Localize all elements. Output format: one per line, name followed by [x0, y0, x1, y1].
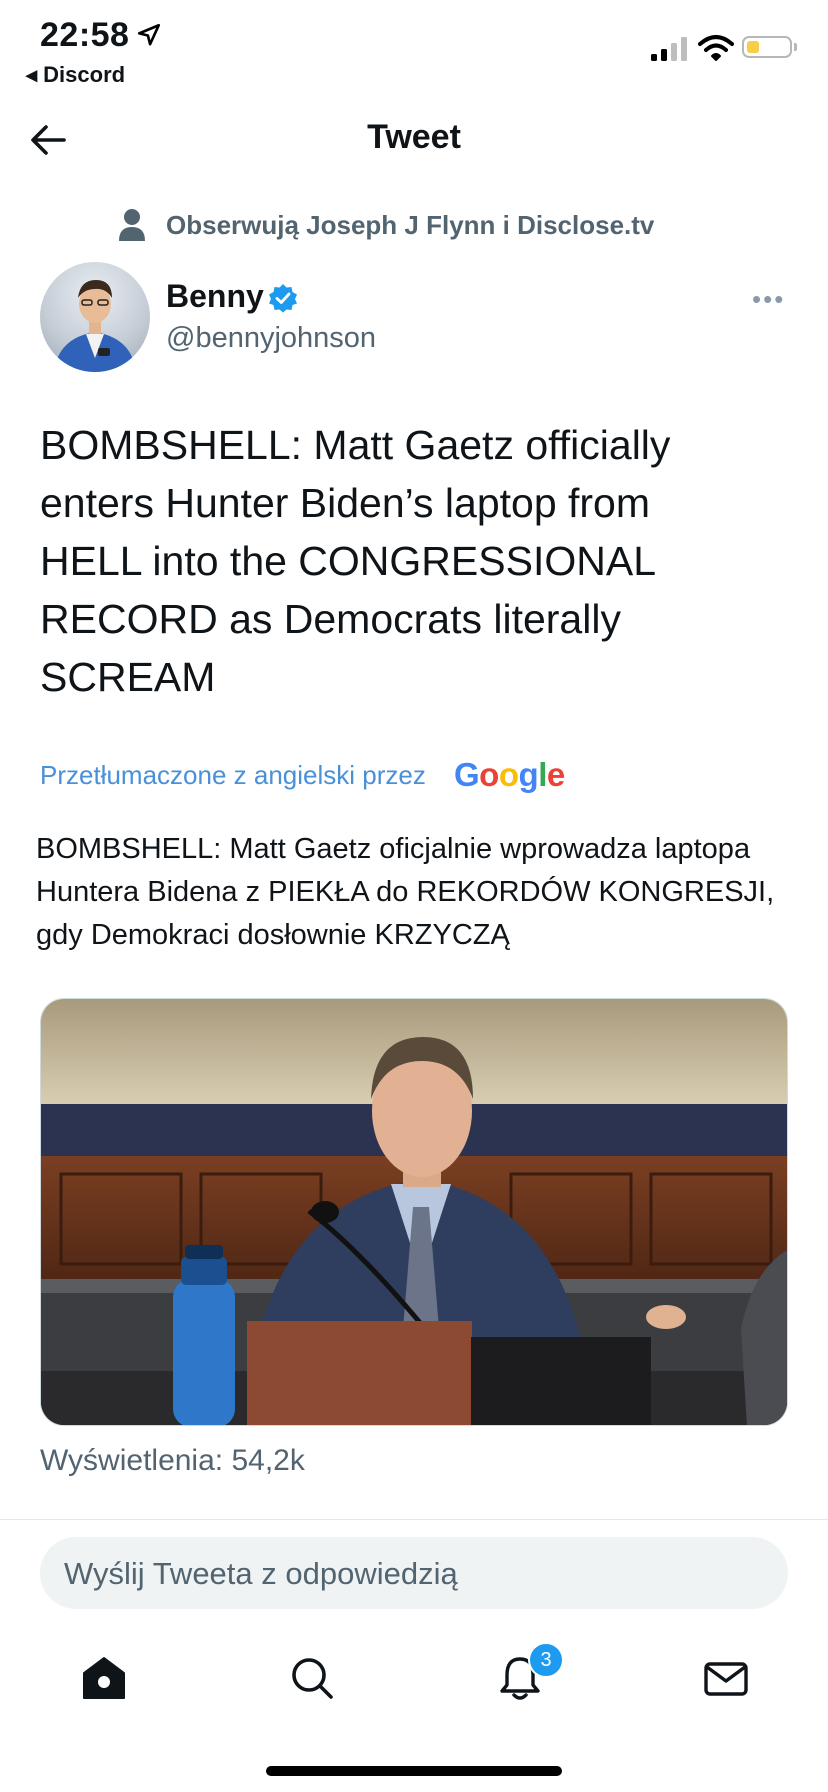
tweet-text: BOMBSHELL: Matt Gaetz officially enters … [40, 422, 671, 700]
home-indicator [266, 1766, 562, 1776]
author-handle[interactable]: @bennyjohnson [166, 322, 376, 355]
hearing-scene-image [41, 999, 787, 1425]
view-count: Wyświetlenia: 54,2k [40, 1444, 305, 1477]
more-icon[interactable]: ••• [752, 284, 785, 315]
verified-badge-icon [269, 284, 297, 313]
wifi-icon [698, 35, 734, 61]
divider [0, 1519, 828, 1520]
back-to-discord-link[interactable]: ◂ Discord [26, 62, 125, 88]
tab-messages[interactable] [696, 1650, 756, 1706]
home-icon [83, 1657, 125, 1699]
reply-placeholder: Wyślij Tweeta z odpowiedzią [64, 1556, 458, 1591]
page-title: Tweet [367, 118, 461, 156]
battery-tip [794, 43, 797, 51]
signal-icon [651, 37, 687, 61]
status-time: 22:58 [40, 16, 130, 54]
translated-by-link[interactable]: Przetłumaczone z angielski przez [40, 760, 426, 791]
avatar[interactable] [40, 262, 150, 372]
avatar-portrait [54, 280, 136, 372]
location-arrow-icon [137, 23, 161, 46]
search-icon [292, 1658, 333, 1699]
social-context-text[interactable]: Obserwują Joseph J Flynn i Disclose.tv [166, 210, 654, 241]
tab-home[interactable] [74, 1650, 134, 1706]
tweet-video-thumbnail[interactable] [40, 998, 788, 1426]
notifications-badge: 3 [528, 1642, 564, 1678]
google-logo: Google [454, 756, 565, 793]
translated-tweet-text: BOMBSHELL: Matt Gaetz oficjalnie wprowad… [36, 833, 775, 951]
battery-icon [742, 36, 792, 58]
author-name[interactable]: Benny [166, 278, 264, 315]
person-icon [119, 209, 145, 241]
mail-icon [704, 1662, 748, 1696]
tab-search[interactable] [282, 1650, 342, 1706]
